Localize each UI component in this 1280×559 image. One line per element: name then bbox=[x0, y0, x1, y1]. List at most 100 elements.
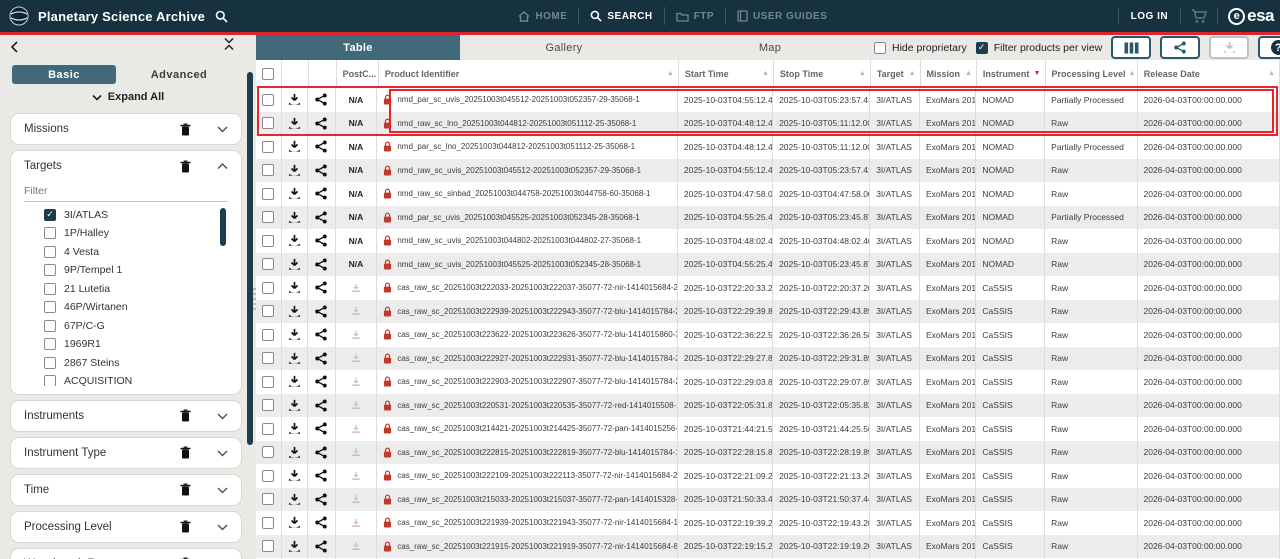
checkbox[interactable] bbox=[44, 227, 56, 240]
postcard-cell[interactable] bbox=[336, 534, 378, 558]
download-cell[interactable] bbox=[282, 205, 309, 229]
row-checkbox-cell[interactable] bbox=[256, 464, 282, 488]
trash-icon[interactable] bbox=[180, 520, 191, 533]
target-option-67p-c-g[interactable]: 67P/C-G bbox=[44, 317, 228, 336]
table-row[interactable]: N/A nmd_raw_sc_uvis_20251003t045512-2025… bbox=[256, 158, 1280, 182]
table-row[interactable]: cas_raw_sc_20251003t222939-20251003t2229… bbox=[256, 299, 1280, 323]
row-checkbox-cell[interactable] bbox=[256, 370, 282, 394]
trash-icon[interactable] bbox=[180, 446, 191, 459]
checkbox[interactable]: ✓ bbox=[44, 208, 56, 221]
trash-icon[interactable] bbox=[180, 409, 191, 422]
chevron-down-icon[interactable] bbox=[217, 412, 228, 420]
download-cell[interactable] bbox=[282, 346, 309, 370]
table-row[interactable]: cas_raw_sc_20251003t222109-20251003t2221… bbox=[256, 464, 1280, 488]
table-row[interactable]: N/A nmd_par_sc_uvis_20251003t045525-2025… bbox=[256, 205, 1280, 229]
row-checkbox-cell[interactable] bbox=[256, 511, 282, 535]
postcard-cell[interactable] bbox=[336, 299, 378, 323]
share-cell[interactable] bbox=[308, 323, 336, 347]
checkbox[interactable] bbox=[262, 117, 275, 130]
table-row[interactable]: cas_raw_sc_20251003t220531-20251003t2205… bbox=[256, 393, 1280, 417]
row-checkbox-cell[interactable] bbox=[256, 205, 282, 229]
postcard-cell[interactable] bbox=[336, 487, 378, 511]
share-cell[interactable] bbox=[308, 534, 336, 558]
table-row[interactable]: N/A nmd_raw_sc_sinbad_20251003t044758-20… bbox=[256, 182, 1280, 206]
row-checkbox-cell[interactable] bbox=[256, 229, 282, 253]
option-hide-proprietary[interactable]: Hide proprietary bbox=[874, 41, 967, 54]
row-checkbox-cell[interactable] bbox=[256, 111, 282, 135]
share-button[interactable] bbox=[1160, 36, 1201, 59]
product-identifier-cell[interactable]: cas_raw_sc_20251003t214421-20251003t2144… bbox=[377, 417, 678, 441]
target-option-1p-halley[interactable]: 1P/Halley bbox=[44, 224, 228, 243]
share-cell[interactable] bbox=[308, 229, 336, 253]
checkbox[interactable] bbox=[262, 516, 275, 529]
download-cell[interactable] bbox=[282, 229, 309, 253]
sidebar-collapse-icon[interactable] bbox=[10, 41, 19, 53]
table-row[interactable]: cas_raw_sc_20251003t214421-20251003t2144… bbox=[256, 417, 1280, 441]
download-cell[interactable] bbox=[282, 534, 309, 558]
share-cell[interactable] bbox=[308, 464, 336, 488]
target-option-46p-wirtanen[interactable]: 46P/Wirtanen bbox=[44, 298, 228, 317]
share-cell[interactable] bbox=[308, 135, 336, 159]
product-identifier-cell[interactable]: nmd_raw_sc_uvis_20251003t045512-20251003… bbox=[377, 158, 678, 182]
share-cell[interactable] bbox=[308, 370, 336, 394]
column-header-id[interactable]: Product Identifier ▲ bbox=[379, 60, 679, 87]
download-cell[interactable] bbox=[282, 88, 309, 112]
row-checkbox-cell[interactable] bbox=[256, 276, 282, 300]
download-button[interactable] bbox=[1209, 36, 1250, 59]
column-header-mission[interactable]: Mission ▲ bbox=[921, 60, 977, 87]
target-option-3i-atlas[interactable]: ✓ 3I/ATLAS bbox=[44, 206, 228, 225]
view-tab-gallery[interactable]: Gallery bbox=[462, 35, 666, 60]
chevron-down-icon[interactable] bbox=[217, 125, 228, 133]
checkbox[interactable] bbox=[262, 305, 275, 318]
table-row[interactable]: cas_raw_sc_20251003t223622-20251003t2236… bbox=[256, 323, 1280, 347]
share-cell[interactable] bbox=[308, 440, 336, 464]
checkbox[interactable] bbox=[262, 446, 275, 459]
checkbox[interactable] bbox=[44, 264, 56, 277]
checkbox[interactable] bbox=[262, 352, 275, 365]
postcard-cell[interactable] bbox=[336, 346, 378, 370]
row-checkbox-cell[interactable] bbox=[256, 182, 282, 206]
columns-button[interactable] bbox=[1111, 36, 1152, 59]
download-cell[interactable] bbox=[282, 440, 309, 464]
row-checkbox-cell[interactable] bbox=[256, 346, 282, 370]
trash-icon[interactable] bbox=[180, 483, 191, 496]
chevron-down-icon[interactable] bbox=[217, 449, 228, 457]
postcard-cell[interactable] bbox=[336, 276, 378, 300]
download-cell[interactable] bbox=[282, 417, 309, 441]
product-identifier-cell[interactable]: cas_raw_sc_20251003t215033-20251003t2150… bbox=[377, 487, 678, 511]
table-row[interactable]: N/A nmd_raw_sc_uvis_20251003t045525-2025… bbox=[256, 252, 1280, 276]
product-identifier-cell[interactable]: cas_raw_sc_20251003t220531-20251003t2205… bbox=[377, 393, 678, 417]
nav-ftp[interactable]: FTP bbox=[665, 11, 725, 22]
table-row[interactable]: N/A nmd_par_sc_uvis_20251003t045512-2025… bbox=[256, 88, 1280, 112]
postcard-cell[interactable] bbox=[336, 393, 378, 417]
target-option-1969r1[interactable]: 1969R1 bbox=[44, 335, 228, 354]
download-cell[interactable] bbox=[282, 323, 309, 347]
postcard-cell[interactable] bbox=[336, 464, 378, 488]
product-identifier-cell[interactable]: nmd_raw_sc_sinbad_20251003t044758-202510… bbox=[377, 182, 678, 206]
download-cell[interactable] bbox=[282, 111, 309, 135]
target-option-2867-steins[interactable]: 2867 Steins bbox=[44, 354, 228, 373]
row-checkbox-cell[interactable] bbox=[256, 88, 282, 112]
sidebar-scrollbar[interactable] bbox=[247, 72, 253, 445]
target-option-21-lutetia[interactable]: 21 Lutetia bbox=[44, 280, 228, 299]
checkbox[interactable] bbox=[44, 245, 56, 258]
row-checkbox-cell[interactable] bbox=[256, 393, 282, 417]
column-header-target[interactable]: Target ▲ bbox=[871, 60, 921, 87]
expand-all-button[interactable]: Expand All bbox=[0, 86, 256, 108]
postcard-cell[interactable] bbox=[336, 370, 378, 394]
checkbox[interactable] bbox=[262, 469, 275, 482]
tab-basic[interactable]: Basic bbox=[12, 65, 116, 84]
product-identifier-cell[interactable]: cas_raw_sc_20251003t223622-20251003t2236… bbox=[377, 323, 678, 347]
product-identifier-cell[interactable]: cas_raw_sc_20251003t222939-20251003t2229… bbox=[377, 299, 678, 323]
chevron-down-icon[interactable] bbox=[217, 486, 228, 494]
checkbox[interactable]: ✓ bbox=[975, 41, 988, 54]
checkbox[interactable] bbox=[262, 164, 275, 177]
checkbox[interactable] bbox=[262, 540, 275, 553]
product-identifier-cell[interactable]: cas_raw_sc_20251003t222927-20251003t2229… bbox=[377, 346, 678, 370]
checkbox[interactable] bbox=[262, 493, 275, 506]
checkbox[interactable] bbox=[262, 234, 275, 247]
table-row[interactable]: cas_raw_sc_20251003t221939-20251003t2219… bbox=[256, 511, 1280, 535]
download-cell[interactable] bbox=[282, 252, 309, 276]
checkbox[interactable] bbox=[262, 187, 275, 200]
checkbox[interactable] bbox=[44, 282, 56, 295]
